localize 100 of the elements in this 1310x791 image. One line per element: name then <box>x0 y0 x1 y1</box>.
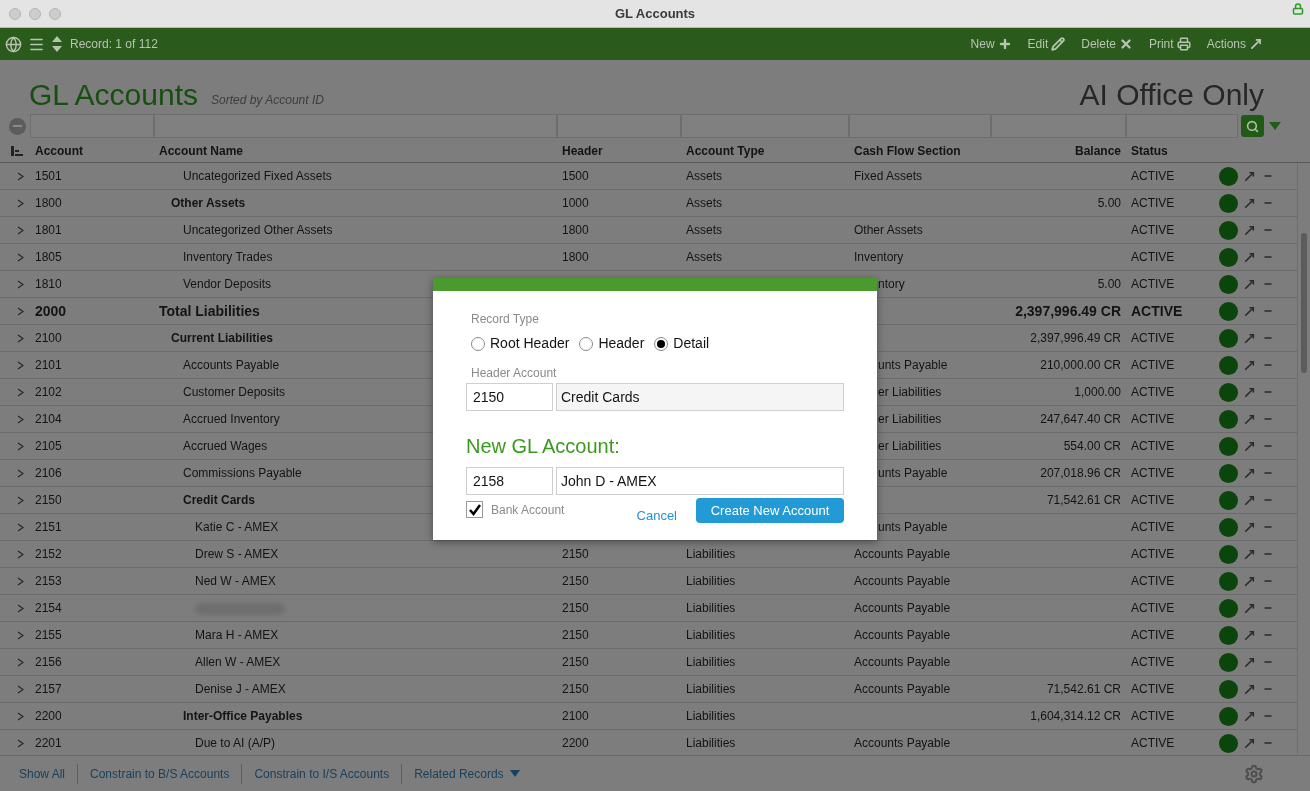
arrow-icon[interactable] <box>1243 601 1256 615</box>
up-down-arrows-icon[interactable] <box>51 35 63 53</box>
arrow-icon[interactable] <box>1243 466 1256 480</box>
arrow-icon[interactable] <box>1243 277 1256 291</box>
table-cell: 2,397,996.49 CR <box>1030 331 1121 345</box>
expand-chevron-icon[interactable] <box>17 522 24 532</box>
status-cell: ACTIVE <box>1131 223 1175 237</box>
column-header[interactable]: Account Type <box>686 141 854 160</box>
radio-option[interactable]: Root Header <box>471 333 570 354</box>
expand-chevron-icon[interactable] <box>17 171 24 181</box>
scrollbar[interactable] <box>1297 163 1310 755</box>
cancel-link[interactable]: Cancel <box>636 506 677 526</box>
expand-chevron-icon[interactable] <box>17 198 24 208</box>
page-title: GL Accounts <box>29 80 198 110</box>
footer-link[interactable]: Constrain to I/S Accounts <box>254 764 390 783</box>
expand-chevron-icon[interactable] <box>17 603 24 613</box>
expand-chevron-icon[interactable] <box>17 549 24 559</box>
status-cell: ACTIVE <box>1131 439 1175 453</box>
arrow-icon[interactable] <box>1243 169 1256 183</box>
column-header[interactable]: Balance <box>996 141 1121 160</box>
arrow-icon[interactable] <box>1243 358 1256 372</box>
globe-icon[interactable] <box>5 35 22 53</box>
table-row[interactable]: 1501 Uncategorized Fixed Assets 1500 Assets Fixed Assets ACTIVE <box>0 163 1297 190</box>
arrow-icon[interactable] <box>1243 493 1256 507</box>
column-header[interactable]: Status <box>1131 141 1168 160</box>
search-icon <box>1246 119 1259 133</box>
expand-chevron-icon[interactable] <box>17 738 24 748</box>
table-row[interactable]: 2200 Inter-Office Payables 2100 Liabilities 1,604,314.12 CR ACTIVE <box>0 703 1297 730</box>
column-header[interactable]: Cash Flow Section <box>854 141 996 160</box>
arrow-icon[interactable] <box>1243 736 1256 750</box>
footer-link[interactable]: Show All <box>19 764 66 783</box>
table-row[interactable]: 1805 Inventory Trades 1800 Assets Inventory ACTIVE <box>0 244 1297 271</box>
expand-chevron-icon[interactable] <box>17 468 24 478</box>
toolbar-button[interactable]: Edit <box>1027 35 1066 53</box>
table-row[interactable]: 2201 Due to AI (A/P) 2200 Liabilities Accounts Payable ACTIVE <box>0 730 1297 755</box>
expand-chevron-icon[interactable] <box>17 225 24 235</box>
settings-icon[interactable] <box>1244 763 1264 784</box>
expand-chevron-icon[interactable] <box>17 657 24 667</box>
arrow-icon[interactable] <box>1243 655 1256 669</box>
arrow-icon[interactable] <box>1243 385 1256 399</box>
expand-chevron-icon[interactable] <box>17 279 24 289</box>
expand-chevron-icon[interactable] <box>17 630 24 640</box>
expand-chevron-icon[interactable] <box>17 306 24 316</box>
table-row[interactable]: 2157 Denise J - AMEX 2150 Liabilities Accounts Payable 71,542.61 CR ACTIVE <box>0 676 1297 703</box>
caret-icon[interactable] <box>1269 122 1281 130</box>
footer-link[interactable]: Constrain to B/S Accounts <box>90 764 230 783</box>
remove-filter-icon[interactable] <box>9 117 26 135</box>
expand-chevron-icon[interactable] <box>17 333 24 343</box>
arrow-icon[interactable] <box>1243 520 1256 534</box>
input-field[interactable]: Credit Cards <box>556 383 844 411</box>
checkbox[interactable] <box>466 501 483 518</box>
toolbar-button[interactable]: Print <box>1148 35 1191 53</box>
input-field[interactable]: 2158 <box>466 467 553 495</box>
sort-icon[interactable] <box>11 145 23 156</box>
radio-option[interactable]: Header <box>579 333 645 354</box>
arrow-icon[interactable] <box>1243 412 1256 426</box>
table-cell-text: er Liabilities <box>877 439 942 453</box>
radio-option[interactable]: Detail <box>654 333 710 354</box>
column-header[interactable]: Account Name <box>159 141 562 160</box>
arrow-icon[interactable] <box>1243 196 1256 210</box>
table-cell: 207,018.96 CR <box>1040 466 1121 480</box>
expand-chevron-icon[interactable] <box>17 711 24 721</box>
arrow-icon[interactable] <box>1243 547 1256 561</box>
arrow-icon[interactable] <box>1243 250 1256 264</box>
table-cell: Fixed Assets <box>854 169 923 183</box>
expand-chevron-icon[interactable] <box>17 576 24 586</box>
arrow-icon[interactable] <box>1243 574 1256 588</box>
column-header[interactable]: Header <box>562 141 686 160</box>
table-row[interactable]: 2153 Ned W - AMEX 2150 Liabilities Accounts Payable ACTIVE <box>0 568 1297 595</box>
expand-chevron-icon[interactable] <box>17 684 24 694</box>
expand-chevron-icon[interactable] <box>17 414 24 424</box>
toolbar-button[interactable]: New <box>970 35 1012 53</box>
input-field[interactable]: 2150 <box>466 383 553 411</box>
table-row[interactable]: 2156 Allen W - AMEX 2150 Liabilities Accounts Payable ACTIVE <box>0 649 1297 676</box>
toolbar-button[interactable]: Delete <box>1081 35 1133 53</box>
arrow-icon[interactable] <box>1243 628 1256 642</box>
table-row[interactable]: 2155 Mara H - AMEX 2150 Liabilities Accounts Payable ACTIVE <box>0 622 1297 649</box>
arrow-icon[interactable] <box>1243 304 1256 318</box>
arrow-icon[interactable] <box>1243 682 1256 696</box>
table-row[interactable]: 2152 Drew S - AMEX 2150 Liabilities Accounts Payable ACTIVE <box>0 541 1297 568</box>
table-row[interactable]: 2154 2150 Liabilities Accounts Payable ACTIVE <box>0 595 1297 622</box>
arrow-icon[interactable] <box>1243 331 1256 345</box>
arrow-icon[interactable] <box>1243 223 1256 237</box>
input-field[interactable]: John D - AMEX <box>556 467 844 495</box>
expand-chevron-icon[interactable] <box>17 441 24 451</box>
search-button[interactable] <box>1241 115 1264 137</box>
create-account-button[interactable]: Create New Account <box>696 498 844 523</box>
expand-chevron-icon[interactable] <box>17 495 24 505</box>
arrow-icon[interactable] <box>1243 439 1256 453</box>
expand-chevron-icon[interactable] <box>17 360 24 370</box>
menu-button[interactable]: Related Records <box>414 764 520 783</box>
table-row[interactable]: 1801 Uncategorized Other Assets 1800 Assets Other Assets ACTIVE <box>0 217 1297 244</box>
expand-chevron-icon[interactable] <box>17 252 24 262</box>
table-row[interactable]: 1800 Other Assets 1000 Assets 5.00 ACTIVE <box>0 190 1297 217</box>
table-cell: 1500 <box>562 169 589 183</box>
toolbar-button[interactable]: Actions <box>1206 35 1263 53</box>
table-cell: Denise J - AMEX <box>195 682 286 696</box>
arrow-icon[interactable] <box>1243 709 1256 723</box>
column-header[interactable]: Account <box>35 141 159 160</box>
expand-chevron-icon[interactable] <box>17 387 24 397</box>
